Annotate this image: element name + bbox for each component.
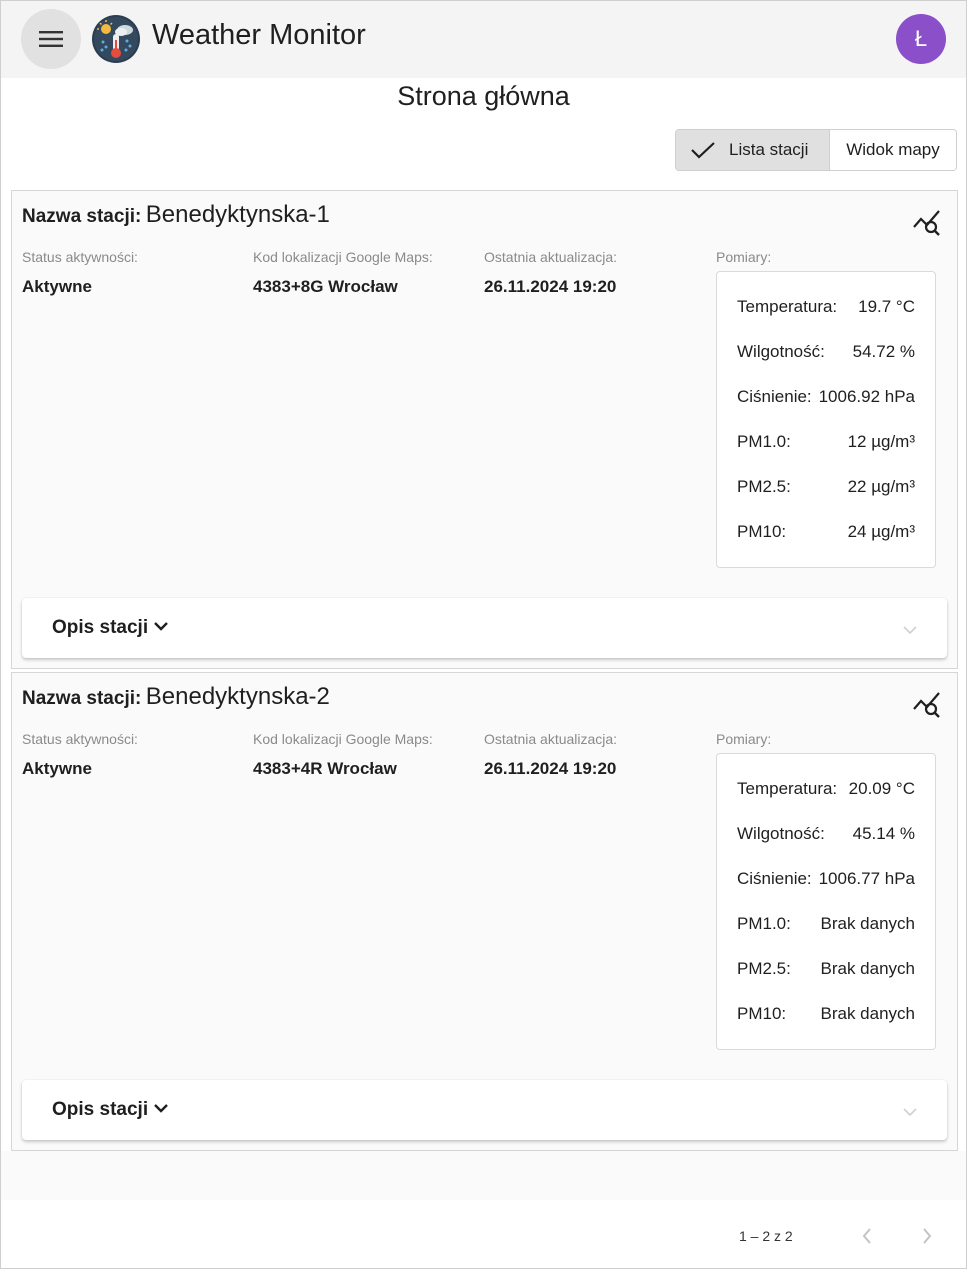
last-update-value: 26.11.2024 19:20 (484, 277, 617, 296)
station-description-panel[interactable]: Opis stacji (22, 1080, 947, 1140)
measurement-name: Ciśnienie: (737, 869, 812, 888)
measurement-value: 54.72 % (852, 342, 915, 361)
measurement-name: PM10: (737, 522, 787, 541)
station-title: Nazwa stacji: Benedyktynska-2 (22, 683, 330, 711)
measurement-row: PM2.5: 22 µg/m³ (737, 477, 915, 501)
location-code-value: 4383+8G Wrocław (253, 277, 398, 296)
measurement-name: PM2.5: (737, 959, 791, 978)
measurement-value: Brak danych (820, 914, 916, 933)
chevron-right-icon (923, 1228, 932, 1244)
map-view-toggle[interactable]: Widok mapy (830, 130, 956, 170)
measurement-value: 24 µg/m³ (847, 522, 915, 541)
last-update-value: 26.11.2024 19:20 (484, 759, 617, 778)
station-description-label: Opis stacji (52, 617, 149, 638)
measurement-name: Temperatura: (737, 779, 838, 798)
view-toggle-group: Lista stacji Widok mapy (675, 129, 957, 171)
measurement-value: Brak danych (820, 959, 916, 978)
measurement-row: PM2.5: Brak danych (737, 959, 915, 983)
chart-search-icon[interactable] (912, 689, 942, 719)
station-name: Benedyktynska-1 (145, 201, 330, 228)
status-label: Status aktywności: (22, 249, 138, 265)
station-name-label: Nazwa stacji: (22, 688, 142, 709)
app-title: Weather Monitor (152, 19, 366, 51)
chevron-down-icon (154, 622, 168, 631)
station-name: Benedyktynska-2 (145, 683, 330, 710)
measurement-name: PM1.0: (737, 432, 791, 451)
status-value: Aktywne (22, 277, 92, 296)
station-name-label: Nazwa stacji: (22, 206, 142, 227)
paginator (1, 1200, 966, 1268)
last-update-label: Ostatnia aktualizacja: (484, 731, 618, 747)
chevron-down-icon (154, 1104, 168, 1113)
measurement-row: Ciśnienie: 1006.92 hPa (737, 387, 915, 411)
measurement-value: 45.14 % (852, 824, 915, 843)
last-update-label: Ostatnia aktualizacja: (484, 249, 618, 265)
measurement-value: 12 µg/m³ (847, 432, 915, 451)
station-description-panel[interactable]: Opis stacji (22, 598, 947, 658)
chevron-left-icon (862, 1228, 871, 1244)
measurement-value: 22 µg/m³ (847, 477, 915, 496)
check-icon (690, 140, 716, 160)
station-card: Nazwa stacji: Benedyktynska-2 Status akt… (11, 672, 958, 1151)
measurements-box: Temperatura: 19.7 °C Wilgotność: 54.72 %… (716, 271, 936, 568)
measurement-name: Wilgotność: (737, 342, 825, 361)
menu-button[interactable] (21, 9, 81, 69)
station-list-label: Lista stacji (729, 140, 809, 159)
measurement-value: 1006.77 hPa (818, 869, 915, 888)
next-page-button[interactable] (914, 1223, 940, 1249)
measurement-value: 1006.92 hPa (818, 387, 915, 406)
measurement-name: PM2.5: (737, 477, 791, 496)
hamburger-menu-icon (39, 31, 63, 47)
top-app-bar: Weather Monitor Ł (1, 1, 966, 78)
location-code-value: 4383+4R Wrocław (253, 759, 397, 778)
list-bottom-spacer (1, 1151, 966, 1200)
expand-more-icon[interactable] (903, 625, 917, 635)
station-title: Nazwa stacji: Benedyktynska-1 (22, 201, 330, 229)
chart-search-icon[interactable] (912, 207, 942, 237)
measurement-row: Temperatura: 20.09 °C (737, 779, 915, 803)
measurements-label: Pomiary: (716, 249, 772, 265)
measurement-row: Temperatura: 19.7 °C (737, 297, 915, 321)
measurement-name: PM10: (737, 1004, 787, 1023)
measurement-name: PM1.0: (737, 914, 791, 933)
measurement-name: Wilgotność: (737, 824, 825, 843)
measurement-name: Temperatura: (737, 297, 838, 316)
measurement-row: PM10: Brak danych (737, 1004, 915, 1028)
status-label: Status aktywności: (22, 731, 138, 747)
measurement-value: Brak danych (820, 1004, 916, 1023)
previous-page-button[interactable] (854, 1223, 880, 1249)
measurement-row: PM10: 24 µg/m³ (737, 522, 915, 546)
location-code-label: Kod lokalizacji Google Maps: (253, 731, 433, 747)
measurement-name: Ciśnienie: (737, 387, 812, 406)
status-value: Aktywne (22, 759, 92, 778)
station-card: Nazwa stacji: Benedyktynska-1 Status akt… (11, 190, 958, 669)
weather-logo-icon (92, 15, 140, 63)
measurements-label: Pomiary: (716, 731, 772, 747)
measurement-row: Wilgotność: 54.72 % (737, 342, 915, 366)
measurement-row: PM1.0: Brak danych (737, 914, 915, 938)
measurements-box: Temperatura: 20.09 °C Wilgotność: 45.14 … (716, 753, 936, 1050)
measurement-value: 20.09 °C (848, 779, 915, 798)
user-avatar[interactable]: Ł (896, 14, 946, 64)
location-code-label: Kod lokalizacji Google Maps: (253, 249, 433, 265)
expand-more-icon[interactable] (903, 1107, 917, 1117)
page-title: Strona główna (397, 81, 570, 111)
measurement-value: 19.7 °C (858, 297, 915, 316)
map-view-label: Widok mapy (846, 140, 940, 159)
measurement-row: Wilgotność: 45.14 % (737, 824, 915, 848)
measurement-row: Ciśnienie: 1006.77 hPa (737, 869, 915, 893)
measurement-row: PM1.0: 12 µg/m³ (737, 432, 915, 456)
station-list-toggle[interactable]: Lista stacji (676, 130, 830, 170)
station-description-label: Opis stacji (52, 1099, 149, 1120)
paginator-range-label: 1 – 2 z 2 (739, 1228, 793, 1244)
